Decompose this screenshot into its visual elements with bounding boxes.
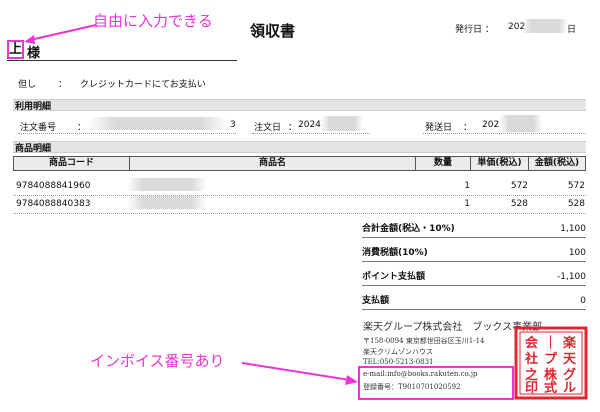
recipient-underline	[7, 60, 237, 61]
company-seal: 楽天グル ｜プ株式 会社之印	[514, 326, 588, 400]
svg-text:天: 天	[563, 352, 577, 367]
points-row: ポイント支払額 -1,100	[362, 264, 586, 286]
row1-unit-price: 572	[510, 181, 528, 191]
col-header-qty: 数量	[415, 156, 471, 171]
tax-value: 100	[568, 248, 586, 258]
proviso-text: クレジットカードにてお支払い	[80, 80, 206, 90]
issue-date-suffix: 日	[567, 25, 577, 35]
row2-name-redaction	[127, 196, 207, 209]
issuer-email: e-mail:info@books.rakuten.co.jp	[363, 370, 478, 378]
invoice-annotation: インボイス番号あり	[90, 352, 225, 370]
svg-text:会: 会	[525, 335, 539, 351]
annotation-arrow-top	[24, 24, 97, 44]
items-section-title: 商品明細	[15, 144, 52, 154]
svg-text:印: 印	[525, 381, 538, 396]
col-header-unit-price: 単価(税込)	[470, 156, 529, 171]
points-label: ポイント支払額	[362, 272, 426, 282]
row2-unit-price: 528	[510, 199, 528, 209]
free-input-annotation: 自由に入力できる	[93, 12, 213, 30]
registration-number: 登録番号：T9010701020592	[363, 383, 461, 391]
order-number-redaction	[88, 117, 228, 130]
col-header-amount: 金額(税込)	[528, 156, 586, 171]
row1-amount: 572	[567, 181, 585, 191]
paid-label: 支払額	[362, 296, 390, 306]
row2-dots	[13, 213, 586, 214]
paid-value: 0	[580, 296, 586, 306]
svg-text:社: 社	[524, 351, 538, 367]
ship-date-dots	[423, 133, 586, 134]
svg-text:｜: ｜	[544, 335, 557, 351]
paid-row: 支払額 0	[362, 288, 586, 310]
order-number-colon: ：	[77, 123, 87, 133]
order-date-redaction	[321, 116, 363, 131]
order-number-dots	[18, 133, 236, 134]
annotation-arrow-bottom	[241, 362, 358, 385]
issuer-tel: TEL:050-5213-0831	[363, 358, 434, 366]
issue-date-redaction	[522, 19, 568, 33]
total-value: 1,100	[560, 224, 586, 234]
ship-date-redaction	[500, 115, 542, 132]
order-date-dots	[252, 133, 370, 134]
proviso-colon: ：	[58, 80, 68, 90]
svg-text:楽: 楽	[562, 335, 577, 351]
svg-text:ル: ル	[563, 381, 576, 396]
order-number-suffix: 3	[230, 120, 236, 130]
row2-code: 9784088840383	[16, 199, 91, 209]
row1-qty: 1	[464, 181, 470, 191]
order-number-label: 注文番号	[20, 123, 57, 133]
ship-date-colon: ：	[463, 123, 473, 133]
proviso-label: 但し	[18, 80, 37, 90]
svg-text:式: 式	[544, 380, 557, 396]
order-date-colon: ：	[288, 123, 298, 133]
usage-section-bar	[13, 99, 586, 111]
row2-qty: 1	[464, 199, 470, 209]
ship-date-label: 発送日	[425, 123, 453, 133]
total-label: 合計金額(税込・10%)	[362, 224, 455, 234]
total-row: 合計金額(税込・10%) 1,100	[362, 216, 586, 238]
issue-date-label: 発行日 ：	[455, 25, 494, 35]
col-header-name: 商品名	[129, 156, 416, 171]
tax-label: 消費税額(10%)	[362, 248, 428, 258]
points-value: -1,100	[556, 272, 586, 282]
usage-section-title: 利用明細	[15, 102, 52, 112]
col-header-code: 商品コード	[13, 156, 130, 171]
document-title: 領収書	[250, 22, 296, 40]
tax-row: 消費税額(10%) 100	[362, 240, 586, 262]
row1-dots	[13, 195, 586, 196]
issuer-address: 〒158-0094 東京都世田谷区玉川1-14	[363, 337, 485, 345]
row1-name-redaction	[127, 178, 207, 191]
order-date-prefix: 2024	[298, 120, 321, 130]
svg-text:プ: プ	[544, 352, 558, 367]
items-section-bar	[13, 141, 586, 153]
issuer-building: 楽天クリムゾンハウス	[363, 348, 433, 356]
row2-amount: 528	[567, 199, 585, 209]
ship-date-prefix: 202	[482, 120, 500, 130]
seal-stamp-icon: 楽天グル ｜プ株式 会社之印	[514, 326, 588, 400]
order-date-label: 注文日	[254, 123, 282, 133]
row1-code: 9784088841960	[16, 181, 91, 191]
